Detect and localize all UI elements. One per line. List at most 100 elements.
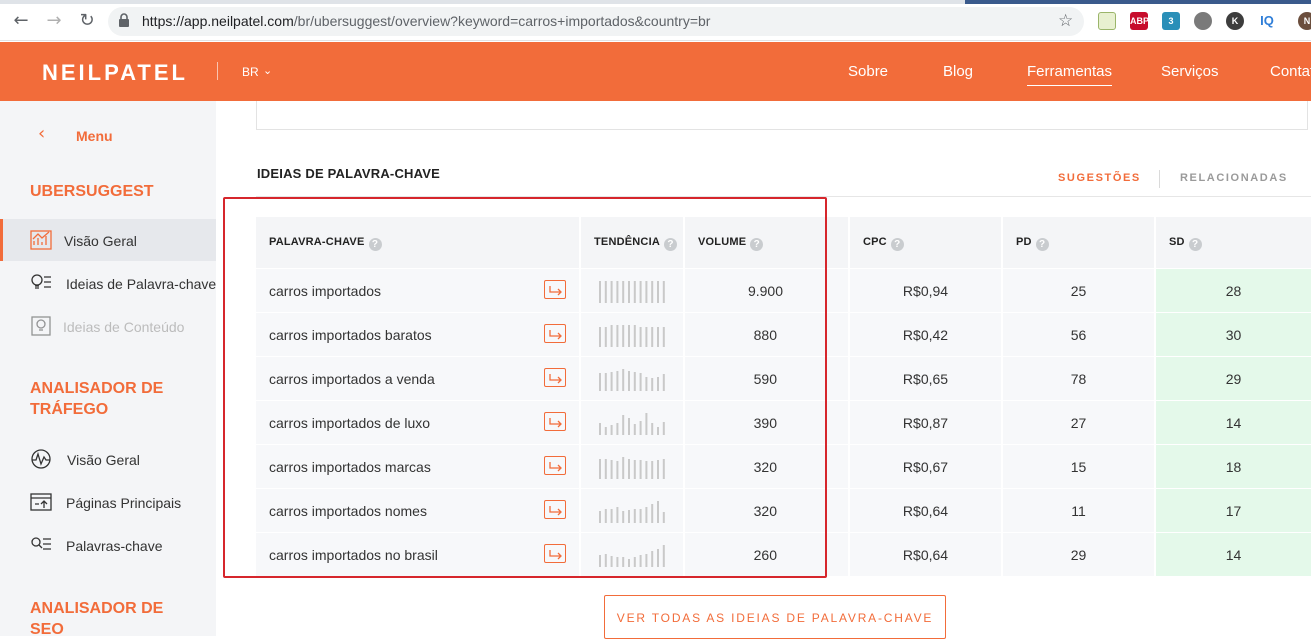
help-icon[interactable]: ? (368, 238, 382, 251)
trend-bar (662, 327, 665, 347)
tab-relacionadas[interactable]: RELACIONADAS (1180, 172, 1288, 184)
cpc-cell: R$0,42 (850, 313, 1001, 356)
column-header-2[interactable]: VOLUME? (685, 217, 848, 268)
column-header-1[interactable]: TENDÊNCIA? (581, 217, 683, 268)
column-header-5[interactable]: SD? (1156, 217, 1311, 268)
help-icon[interactable]: ? (750, 238, 764, 251)
sheet-extension-icon[interactable] (1098, 12, 1116, 30)
menu-back-link[interactable]: Menu (76, 128, 113, 144)
trend-bar (651, 461, 654, 479)
nav-item-2[interactable]: Ferramentas (1027, 63, 1113, 86)
help-icon[interactable]: ? (1188, 238, 1202, 251)
column-header-text: TENDÊNCIA (594, 236, 660, 248)
adblock-plus-icon[interactable]: ABP (1130, 12, 1149, 30)
trend-bar (639, 509, 642, 523)
trend-sparkbars (599, 325, 665, 347)
nav-item-3[interactable]: Serviços (1161, 63, 1219, 80)
bookmark-star-icon[interactable]: ☆ (1058, 11, 1073, 31)
table-row: carros importados a venda 590 R$0,65 78 29 (256, 357, 1311, 401)
neilpatel-logo[interactable]: NEILPATEL (42, 60, 188, 86)
open-keyword-arrow-icon[interactable] (544, 368, 566, 387)
trend-bar (604, 373, 607, 391)
nav-item-0[interactable]: Sobre (848, 63, 888, 80)
open-keyword-arrow-icon[interactable] (544, 280, 566, 299)
sidebar-item-1-0[interactable]: Visão Geral (0, 438, 216, 480)
trend-bar (651, 281, 654, 303)
volume-cell: 390 (685, 401, 848, 444)
trend-bar (633, 509, 636, 523)
sidebar-heading-0[interactable]: UBERSUGGEST (30, 181, 200, 202)
tab-sugestoes[interactable]: SUGESTÕES (1058, 172, 1141, 184)
keyword-cell: carros importados a venda (256, 357, 579, 400)
previous-card (256, 101, 1308, 130)
iq-extension-icon[interactable]: IQ (1258, 12, 1276, 30)
language-selector[interactable]: BR (242, 65, 259, 79)
chevron-down-icon[interactable]: ⌄ (263, 64, 272, 77)
reload-icon[interactable]: ↻ (76, 10, 98, 32)
table-row: carros importados nomes 320 R$0,64 11 17 (256, 489, 1311, 533)
keyword-cell: carros importados baratos (256, 313, 579, 356)
column-header-label: VOLUME? (698, 236, 764, 251)
sidebar-heading-1[interactable]: ANALISADOR DE TRÁFEGO (30, 378, 200, 420)
section-title: IDEIAS DE PALAVRA-CHAVE (257, 166, 441, 181)
extension-badge-icon[interactable]: 3 (1162, 12, 1180, 30)
sidebar-item-1-1[interactable]: Páginas Principais (0, 481, 216, 523)
section-divider (256, 196, 1311, 197)
trend-bar (604, 459, 607, 479)
cpc-value: R$0,64 (902, 547, 949, 563)
k-extension-icon[interactable]: K (1226, 12, 1244, 30)
trend-bar (628, 371, 630, 391)
column-header-0[interactable]: PALAVRA-CHAVE? (256, 217, 579, 268)
keyword-link[interactable]: carros importados a venda (269, 371, 435, 387)
keyword-link[interactable]: carros importados no brasil (269, 547, 438, 563)
trend-bar (639, 460, 642, 479)
help-icon[interactable]: ? (890, 238, 904, 251)
table-row: carros importados baratos 880 R$0,42 56 30 (256, 313, 1311, 357)
gear-extension-icon[interactable] (1194, 12, 1212, 30)
trend-bar (657, 427, 659, 435)
back-arrow-icon[interactable]: ← (10, 10, 32, 32)
column-header-3[interactable]: CPC? (850, 217, 1001, 268)
browser-tab-strip (0, 0, 1311, 4)
nav-item-1[interactable]: Blog (943, 63, 973, 80)
forward-arrow-icon[interactable]: → (43, 10, 65, 32)
column-header-4[interactable]: PD? (1003, 217, 1154, 268)
volume-value: 320 (753, 503, 777, 519)
keyword-link[interactable]: carros importados nomes (269, 503, 427, 519)
trend-bar (657, 549, 659, 567)
sd-value: 14 (1225, 547, 1242, 563)
trend-bar (616, 325, 619, 347)
url-text[interactable]: https://app.neilpatel.com/br/ubersuggest… (142, 13, 710, 29)
trend-cell (581, 313, 683, 356)
help-icon[interactable]: ? (1035, 238, 1049, 251)
keyword-link[interactable]: carros importados (269, 283, 381, 299)
trend-bar (633, 424, 636, 435)
open-keyword-arrow-icon[interactable] (544, 324, 566, 343)
open-keyword-arrow-icon[interactable] (544, 456, 566, 475)
trend-cell (581, 533, 683, 576)
sidebar-item-1-2[interactable]: Palavras-chave (0, 524, 216, 566)
trend-bar (662, 545, 665, 567)
sidebar-item-0-0[interactable]: Visão Geral (0, 219, 216, 261)
help-icon[interactable]: ? (663, 238, 677, 251)
keyword-link[interactable]: carros importados marcas (269, 459, 431, 475)
chevron-left-icon[interactable]: ‹ (38, 123, 45, 144)
sidebar-heading-2[interactable]: ANALISADOR DE SEO (30, 598, 200, 640)
keyword-link[interactable]: carros importados de luxo (269, 415, 430, 431)
volume-cell: 260 (685, 533, 848, 576)
trend-bar (645, 554, 648, 567)
open-keyword-arrow-icon[interactable] (544, 500, 566, 519)
pd-cell: 56 (1003, 313, 1154, 356)
sidebar-item-0-2: Ideias de Conteúdo (0, 305, 216, 347)
view-all-keyword-ideas-button[interactable]: VER TODAS AS IDEIAS DE PALAVRA-CHAVE (604, 595, 946, 639)
open-keyword-arrow-icon[interactable] (544, 544, 566, 563)
sidebar-item-0-1[interactable]: Ideias de Palavra-chave (0, 262, 216, 304)
sidebar-item-label: Visão Geral (64, 233, 137, 249)
profile-avatar-icon[interactable]: N (1298, 12, 1311, 30)
pd-cell: 29 (1003, 533, 1154, 576)
keyword-link[interactable]: carros importados baratos (269, 327, 432, 343)
open-keyword-arrow-icon[interactable] (544, 412, 566, 431)
trend-bar (639, 555, 642, 567)
volume-cell: 590 (685, 357, 848, 400)
nav-item-4[interactable]: Contato (1270, 63, 1311, 80)
